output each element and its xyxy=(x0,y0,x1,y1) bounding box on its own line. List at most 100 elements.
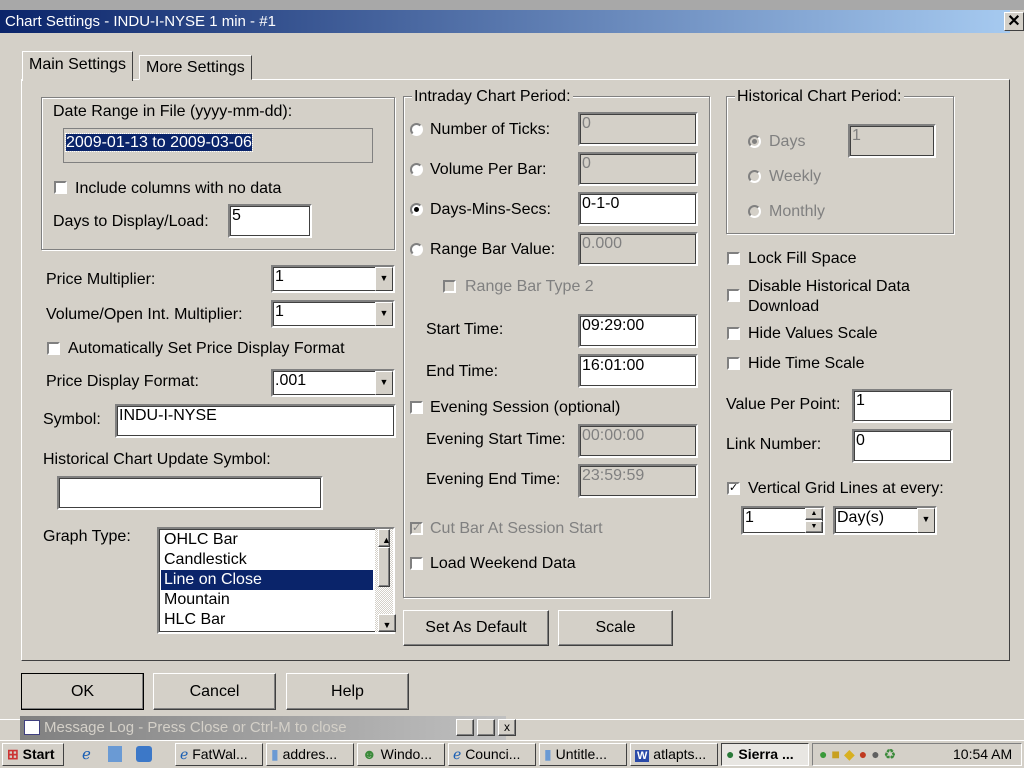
message-log-title[interactable]: Message Log - Press Close or Ctrl-M to c… xyxy=(20,716,516,740)
scrollbar[interactable]: ▲ ▼ xyxy=(375,529,396,632)
volume-multiplier-select[interactable]: 1 ▼ xyxy=(271,300,395,328)
taskbar-item[interactable]: W atlapts... xyxy=(630,743,718,766)
evening-checkbox[interactable] xyxy=(410,401,423,414)
quick-launch-outlook-icon[interactable] xyxy=(136,746,152,762)
security-icon[interactable]: ● xyxy=(859,746,871,762)
taskbar-item[interactable]: ▮ Untitle... xyxy=(539,743,627,766)
price-multiplier-select[interactable]: 1 ▼ xyxy=(271,265,395,293)
start-time-input[interactable]: 09:29:00 xyxy=(578,314,698,348)
tab-main-settings[interactable]: Main Settings xyxy=(22,51,133,81)
help-button[interactable]: Help xyxy=(286,673,409,710)
dms-input[interactable]: 0-1-0 xyxy=(578,192,698,226)
evening-start-input[interactable]: 00:00:00 xyxy=(578,424,698,458)
weekly-radio[interactable] xyxy=(748,170,761,183)
taskbar-item-label: Windo... xyxy=(380,746,432,762)
cut-bar-checkbox[interactable]: ✓ xyxy=(410,522,423,535)
settings-icon[interactable]: ● xyxy=(871,746,883,762)
hist-update-input[interactable] xyxy=(57,476,323,510)
auto-format-label: Automatically Set Price Display Format xyxy=(68,340,345,357)
auto-format-checkbox[interactable] xyxy=(47,342,60,355)
close-icon[interactable]: x xyxy=(498,719,516,736)
link-number-input[interactable]: 0 xyxy=(852,429,953,463)
hide-values-checkbox[interactable] xyxy=(727,327,740,340)
hist-days-input[interactable]: 1 xyxy=(848,124,936,158)
ie-icon: ℯ xyxy=(180,746,189,762)
tab-more-settings[interactable]: More Settings xyxy=(139,55,252,80)
range-type2-checkbox[interactable] xyxy=(443,280,456,293)
taskbar-item[interactable]: ℯ Counci... xyxy=(448,743,536,766)
window-icon xyxy=(24,720,40,735)
vgrid-unit-select[interactable]: Day(s) ▼ xyxy=(833,506,937,535)
days-radio[interactable] xyxy=(748,135,761,148)
close-button[interactable]: ✕ xyxy=(1004,12,1024,31)
spin-up-icon[interactable]: ▲ xyxy=(805,508,823,520)
minimize-icon[interactable]: _ xyxy=(456,719,474,736)
hist-update-label: Historical Chart Update Symbol: xyxy=(43,451,271,468)
monthly-radio[interactable] xyxy=(748,205,761,218)
scroll-down-icon[interactable]: ▼ xyxy=(378,614,396,632)
scroll-thumb[interactable] xyxy=(378,547,390,587)
ticks-input[interactable]: 0 xyxy=(578,112,698,146)
chevron-down-icon[interactable]: ▼ xyxy=(917,508,935,533)
maximize-icon[interactable]: □ xyxy=(477,719,495,736)
volume-radio[interactable] xyxy=(410,163,423,176)
taskbar-item[interactable]: ▮ addres... xyxy=(266,743,354,766)
evening-end-label: Evening End Time: xyxy=(426,471,561,488)
weekend-checkbox[interactable] xyxy=(410,557,423,570)
chevron-down-icon[interactable]: ▼ xyxy=(375,371,393,395)
volume-input[interactable]: 0 xyxy=(578,152,698,186)
scale-button[interactable]: Scale xyxy=(558,610,673,646)
vgrid-checkbox[interactable]: ✓ xyxy=(727,482,740,495)
cancel-button[interactable]: Cancel xyxy=(153,673,276,710)
quick-launch-ie-icon[interactable]: ℯ xyxy=(82,745,91,763)
user-icon[interactable]: ● xyxy=(819,746,831,762)
vgrid-count-spinner[interactable]: 1 ▲ ▼ xyxy=(741,506,825,535)
globe-icon: ● xyxy=(726,746,735,762)
start-button[interactable]: ⊞ Start xyxy=(2,743,64,766)
update-icon[interactable]: ♻ xyxy=(884,746,901,762)
days-display-input[interactable]: 5 xyxy=(228,204,312,238)
ticks-label: Number of Ticks: xyxy=(430,121,551,138)
taskbar-item[interactable]: ☻ Windo... xyxy=(357,743,445,766)
notepad-icon: ▮ xyxy=(544,746,552,762)
list-item[interactable]: Candlestick xyxy=(161,550,373,570)
lock-fill-checkbox[interactable] xyxy=(727,252,740,265)
include-no-data-checkbox[interactable] xyxy=(54,181,67,194)
disable-hist-checkbox[interactable] xyxy=(727,289,740,302)
set-default-button[interactable]: Set As Default xyxy=(403,610,549,646)
evening-end-input[interactable]: 23:59:59 xyxy=(578,464,698,498)
start-time-label: Start Time: xyxy=(426,321,504,338)
range-input[interactable]: 0.000 xyxy=(578,232,698,266)
title-bar: Chart Settings - INDU-I-NYSE 1 min - #1 xyxy=(0,10,1010,33)
chevron-down-icon[interactable]: ▼ xyxy=(375,267,393,291)
list-item[interactable]: Mountain xyxy=(161,590,373,610)
scroll-up-icon[interactable]: ▲ xyxy=(378,529,391,547)
messenger-icon: ☻ xyxy=(362,746,377,762)
ok-button[interactable]: OK xyxy=(21,673,144,710)
hide-time-checkbox[interactable] xyxy=(727,357,740,370)
taskbar-item-label: Sierra ... xyxy=(738,746,794,762)
end-time-input[interactable]: 16:01:00 xyxy=(578,354,698,388)
graph-type-list[interactable]: OHLC Bar Candlestick Line on Close Mount… xyxy=(157,527,396,634)
network-icon[interactable]: ■ xyxy=(831,746,843,762)
days-display-label: Days to Display/Load: xyxy=(53,213,209,230)
clock: 10:54 AM xyxy=(953,746,1013,762)
spin-down-icon[interactable]: ▼ xyxy=(805,521,823,533)
list-item[interactable]: OHLC Bar xyxy=(161,530,373,550)
quick-launch-desktop-icon[interactable] xyxy=(108,746,122,762)
price-format-select[interactable]: .001 ▼ xyxy=(271,369,395,397)
link-number-label: Link Number: xyxy=(726,436,822,453)
taskbar-item-active[interactable]: ● Sierra ... xyxy=(721,743,809,766)
dms-radio[interactable] xyxy=(410,203,423,216)
value-per-point-input[interactable]: 1 xyxy=(852,389,953,423)
symbol-input[interactable]: INDU-I-NYSE xyxy=(115,404,396,438)
ticks-radio[interactable] xyxy=(410,123,423,136)
chevron-down-icon[interactable]: ▼ xyxy=(375,302,393,326)
list-item[interactable]: Line on Close xyxy=(161,570,373,590)
list-item[interactable]: HLC Bar xyxy=(161,610,373,630)
volume-multiplier-value: 1 xyxy=(275,303,284,320)
shield-icon[interactable]: ◆ xyxy=(844,746,859,762)
range-radio[interactable] xyxy=(410,243,423,256)
taskbar-item[interactable]: ℯ FatWal... xyxy=(175,743,263,766)
date-range-field: 2009-01-13 to 2009-03-06 xyxy=(63,128,373,163)
